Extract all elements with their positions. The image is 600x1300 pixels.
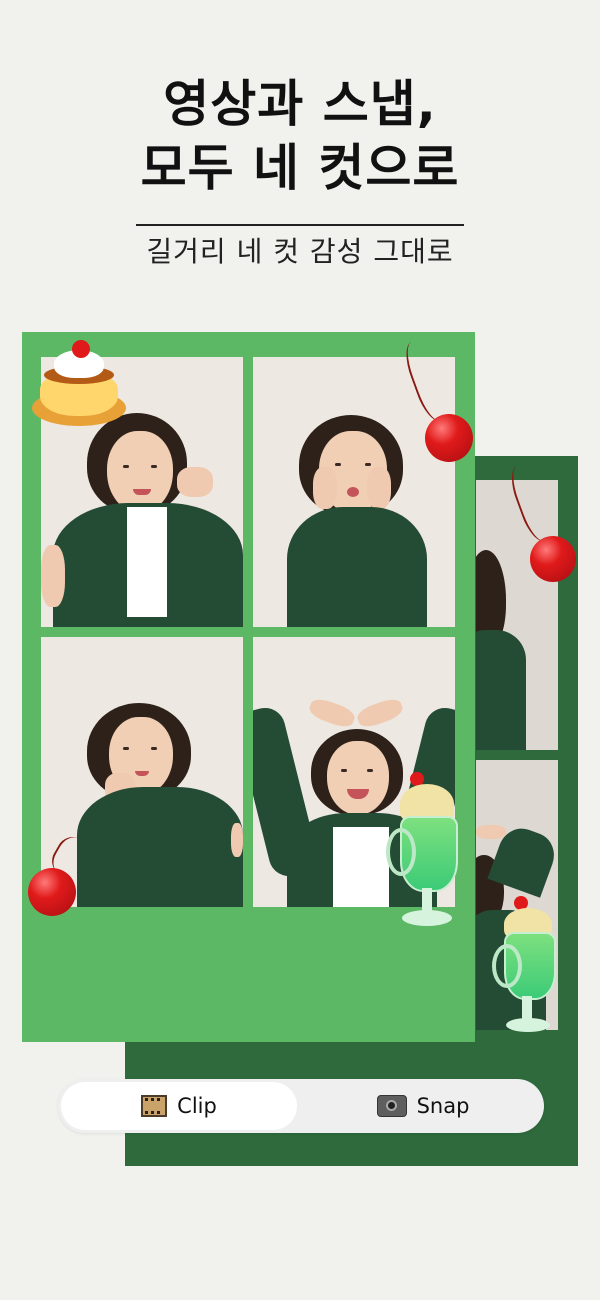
snap-label: Snap — [416, 1094, 470, 1118]
headline: 영상과 스냅, 모두 네 컷으로 — [0, 72, 600, 200]
cherry-icon — [505, 458, 580, 584]
film-icon — [141, 1095, 168, 1117]
cherry-icon — [399, 335, 477, 464]
subtitle: 길거리 네 컷 감성 그대로 — [146, 235, 454, 268]
mode-toggle: Clip Snap — [58, 1079, 544, 1133]
clip-label: Clip — [177, 1094, 217, 1118]
cream-soda-icon — [386, 770, 472, 932]
headline-line-2: 모두 네 컷으로 — [140, 139, 460, 197]
cream-soda-icon — [492, 878, 572, 1053]
snap-option[interactable]: Snap — [305, 1082, 541, 1130]
camera-icon — [376, 1095, 407, 1117]
clip-option[interactable]: Clip — [61, 1082, 297, 1130]
headline-line-1: 영상과 스냅, — [163, 75, 437, 133]
divider — [136, 224, 464, 226]
cherry-icon — [26, 831, 98, 920]
pudding-icon — [32, 340, 126, 430]
